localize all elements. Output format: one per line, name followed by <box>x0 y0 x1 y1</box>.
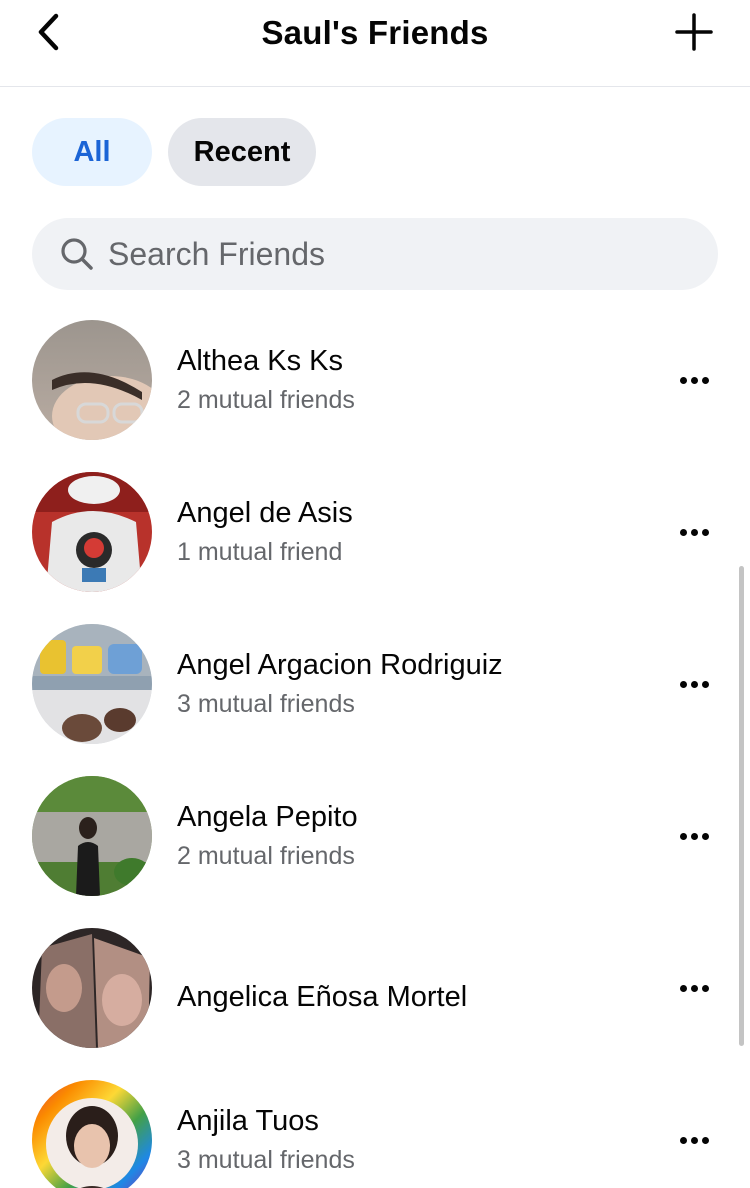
mutual-friends-count: 3 mutual friends <box>177 1146 355 1174</box>
friend-info: Angela Pepito 2 mutual friends <box>177 801 358 871</box>
add-friend-button[interactable] <box>672 12 716 56</box>
mutual-friends-count: 2 mutual friends <box>177 842 355 870</box>
more-options-button[interactable] <box>674 824 714 848</box>
more-dot-icon <box>690 376 698 384</box>
more-dot-icon <box>701 1136 709 1144</box>
more-dot-icon <box>701 376 709 384</box>
friend-info: Angel de Asis 1 mutual friend <box>177 497 353 567</box>
friend-info: Angelica Eñosa Mortel <box>177 981 467 1014</box>
friends-screen: Saul's Friends All Recent Search Friends <box>0 0 750 1188</box>
filter-all-chip[interactable]: All <box>32 118 152 186</box>
friend-row[interactable]: Anjila Tuos 3 mutual friends <box>0 1080 750 1188</box>
more-dot-icon <box>701 984 709 992</box>
top-bar: Saul's Friends <box>0 0 750 87</box>
friends-list: Althea Ks Ks 2 mutual friends Angel de A… <box>0 320 750 1188</box>
mutual-friends-count: 3 mutual friends <box>177 690 355 718</box>
more-dot-icon <box>690 1136 698 1144</box>
friend-info: Anjila Tuos 3 mutual friends <box>177 1105 355 1175</box>
avatar[interactable] <box>32 776 152 896</box>
more-dot-icon <box>679 376 687 384</box>
avatar[interactable] <box>32 928 152 1048</box>
filter-recent-chip[interactable]: Recent <box>168 118 316 186</box>
friend-row[interactable]: Angel de Asis 1 mutual friend <box>0 472 750 624</box>
avatar[interactable] <box>32 472 152 592</box>
filter-chips: All Recent <box>32 118 316 186</box>
more-dot-icon <box>690 984 698 992</box>
friend-row[interactable]: Angelica Eñosa Mortel <box>0 928 750 1080</box>
more-dot-icon <box>679 832 687 840</box>
friend-row[interactable]: Althea Ks Ks 2 mutual friends <box>0 320 750 472</box>
more-dot-icon <box>690 528 698 536</box>
more-options-button[interactable] <box>674 520 714 544</box>
mutual-friends-count: 1 mutual friend <box>177 538 343 566</box>
avatar[interactable] <box>32 1080 152 1188</box>
more-dot-icon <box>701 528 709 536</box>
friend-row[interactable]: Angel Argacion Rodriguiz 3 mutual friend… <box>0 624 750 776</box>
friend-row[interactable]: Angela Pepito 2 mutual friends <box>0 776 750 928</box>
plus-icon <box>675 12 713 56</box>
more-dot-icon <box>690 680 698 688</box>
more-options-button[interactable] <box>674 672 714 696</box>
friend-name: Althea Ks Ks <box>177 345 344 377</box>
search-friends-input[interactable]: Search Friends <box>32 218 718 290</box>
friend-name: Anjila Tuos <box>177 1105 319 1137</box>
page-title: Saul's Friends <box>261 14 489 51</box>
more-dot-icon <box>701 680 709 688</box>
search-icon <box>60 237 94 271</box>
avatar[interactable] <box>32 624 152 744</box>
scrollbar[interactable] <box>739 566 744 1046</box>
friend-name: Angel Argacion Rodriguiz <box>177 649 503 681</box>
avatar[interactable] <box>32 320 152 440</box>
friend-name: Angela Pepito <box>177 801 358 833</box>
friend-info: Althea Ks Ks 2 mutual friends <box>177 345 355 415</box>
friend-name: Angelica Eñosa Mortel <box>177 981 468 1013</box>
more-dot-icon <box>679 1136 687 1144</box>
more-dot-icon <box>679 984 687 992</box>
more-dot-icon <box>701 832 709 840</box>
more-options-button[interactable] <box>674 1128 714 1152</box>
more-options-button[interactable] <box>674 368 714 392</box>
more-dot-icon <box>690 832 698 840</box>
more-dot-icon <box>679 680 687 688</box>
search-placeholder: Search Friends <box>108 235 325 272</box>
friend-info: Angel Argacion Rodriguiz 3 mutual friend… <box>177 649 503 719</box>
mutual-friends-count: 2 mutual friends <box>177 386 355 414</box>
more-options-button[interactable] <box>674 976 714 1000</box>
friend-name: Angel de Asis <box>177 497 353 529</box>
more-dot-icon <box>679 528 687 536</box>
